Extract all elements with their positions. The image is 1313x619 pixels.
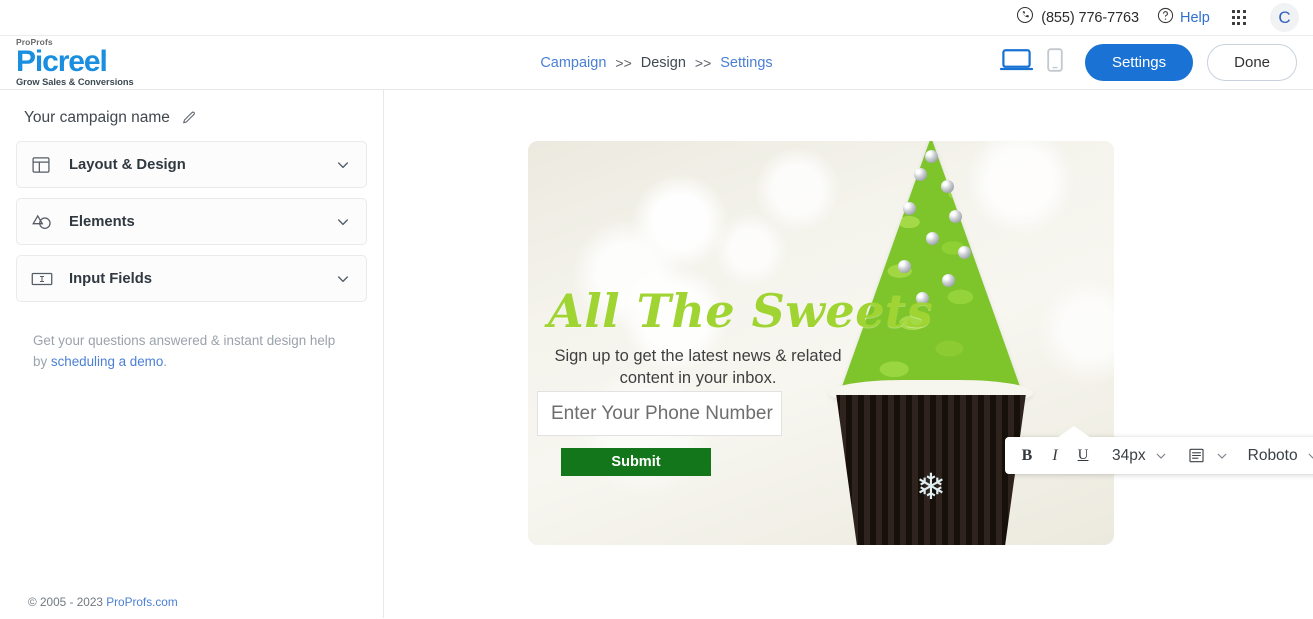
sidebar-item-label: Layout & Design — [69, 156, 186, 173]
done-button[interactable]: Done — [1207, 44, 1297, 81]
chevron-down-icon[interactable] — [335, 214, 351, 230]
silver-ball — [903, 202, 916, 215]
proprofs-link[interactable]: ProProfs.com — [106, 595, 177, 609]
font-family-value[interactable]: Roboto — [1245, 447, 1301, 465]
picreel-logo[interactable]: ProProfs Picreel Grow Sales & Conversion… — [0, 38, 370, 88]
mobile-phone-icon[interactable] — [1047, 48, 1063, 77]
header-actions: Settings Done — [999, 44, 1313, 81]
logo-tagline: Grow Sales & Conversions — [16, 77, 134, 88]
help-link[interactable]: Help — [1157, 7, 1210, 29]
sidebar-item-label: Input Fields — [69, 270, 153, 287]
settings-button[interactable]: Settings — [1084, 44, 1194, 81]
text-align-icon[interactable] — [1184, 442, 1210, 469]
logo-brand: Picreel — [16, 45, 108, 79]
pencil-edit-icon[interactable] — [181, 110, 197, 126]
silver-ball — [942, 274, 955, 287]
device-preview-toggle — [999, 48, 1063, 77]
underline-button[interactable]: U — [1070, 442, 1096, 469]
footer-copyright: © 2005 - 2023 ProProfs.com — [28, 595, 178, 609]
snowflake-icon: ❄ — [915, 466, 947, 507]
align-chevron-down-icon[interactable] — [1212, 449, 1232, 463]
input-field-icon — [31, 271, 57, 287]
sidebar-item-elements[interactable]: Elements — [16, 198, 367, 245]
app-header: ProProfs Picreel Grow Sales & Conversion… — [0, 36, 1313, 90]
font-size-value[interactable]: 34px — [1109, 447, 1149, 465]
sidebar-help-note: Get your questions answered & instant de… — [33, 331, 350, 373]
silver-ball — [898, 260, 911, 273]
sidebar-accordion: Layout & Design Elements Input Fields — [0, 141, 383, 302]
layout-grid-icon — [31, 155, 57, 175]
avatar[interactable]: C — [1270, 3, 1299, 32]
sidebar-item-layout-design[interactable]: Layout & Design — [16, 141, 367, 188]
grid-apps-icon[interactable] — [1231, 10, 1246, 25]
breadcrumb-item-design[interactable]: Design — [641, 55, 686, 71]
design-canvas: ❄ All The Sweets Sign up to get the late… — [384, 90, 1313, 618]
phone-number-block[interactable]: (855) 776-7763 — [1016, 6, 1139, 29]
sidebar-item-label: Elements — [69, 213, 135, 230]
help-label: Help — [1179, 9, 1210, 26]
desktop-monitor-icon[interactable] — [999, 48, 1034, 77]
phone-in-circle-icon — [1016, 6, 1034, 29]
silver-ball — [958, 246, 971, 259]
question-mark-circle-icon — [1157, 7, 1174, 29]
help-note-period: . — [163, 353, 168, 369]
breadcrumb-separator: >> — [694, 54, 712, 71]
sidebar-item-input-fields[interactable]: Input Fields — [16, 255, 367, 302]
phone-number-input[interactable]: Enter Your Phone Number — [537, 391, 782, 436]
sidebar: Your campaign name Layout & Design Eleme… — [0, 90, 384, 618]
text-format-toolbar-wrapper: B I U 34px Roboto — [1005, 426, 1313, 474]
silver-ball — [926, 232, 939, 245]
popup-headline[interactable]: All The Sweets — [548, 284, 933, 338]
popup-subtext[interactable]: Sign up to get the latest news & related… — [548, 346, 848, 390]
silver-ball — [941, 180, 954, 193]
phone-number-text: (855) 776-7763 — [1041, 9, 1139, 26]
main-body: Your campaign name Layout & Design Eleme… — [0, 90, 1313, 618]
font-size-chevron-down-icon[interactable] — [1151, 449, 1171, 463]
submit-button[interactable]: Submit — [561, 448, 711, 476]
italic-button[interactable]: I — [1042, 442, 1068, 469]
chevron-down-icon[interactable] — [335, 271, 351, 287]
text-format-toolbar: B I U 34px Roboto — [1005, 437, 1313, 474]
bold-button[interactable]: B — [1014, 442, 1040, 469]
breadcrumb-separator: >> — [615, 54, 632, 71]
copyright-text: © 2005 - 2023 — [28, 595, 107, 609]
campaign-name-row: Your campaign name — [0, 90, 383, 141]
top-utility-bar: (855) 776-7763 Help C — [0, 0, 1313, 36]
silver-ball — [925, 150, 938, 163]
campaign-name-text: Your campaign name — [24, 109, 170, 126]
campaign-popup-preview[interactable]: ❄ All The Sweets Sign up to get the late… — [528, 141, 1114, 545]
font-family-chevron-down-icon[interactable] — [1303, 449, 1313, 463]
breadcrumb-item-campaign[interactable]: Campaign — [540, 55, 606, 71]
silver-ball — [914, 168, 927, 181]
chevron-down-icon[interactable] — [335, 157, 351, 173]
silver-ball — [949, 210, 962, 223]
schedule-demo-link[interactable]: scheduling a demo — [51, 354, 163, 369]
cupcake-illustration: ❄ — [786, 141, 1076, 545]
toolbar-pointer-arrow — [1057, 426, 1091, 438]
breadcrumb-item-settings[interactable]: Settings — [720, 55, 772, 71]
shapes-icon — [31, 212, 57, 232]
